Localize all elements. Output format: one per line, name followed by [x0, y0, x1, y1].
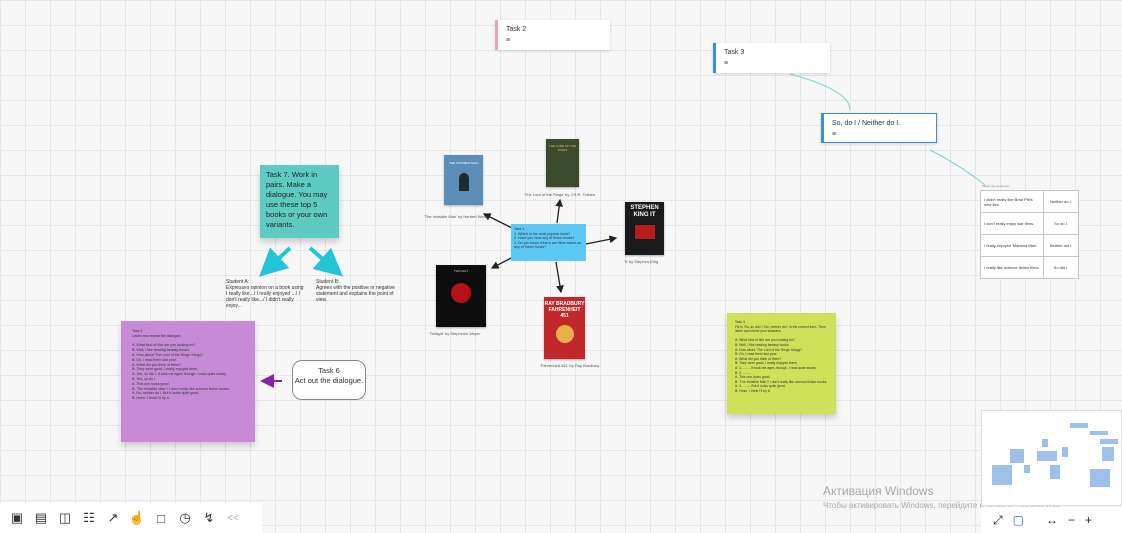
book-cover-invisible-man[interactable]: THE INVISIBLE MAN: [444, 155, 483, 205]
task6-shape[interactable]: Task 6 Act out the dialogue.: [292, 360, 366, 400]
task4-text: Task 4 Fill in 'So, so did I / No, neith…: [735, 320, 828, 393]
table-cell: I really like science fiction films.: [980, 256, 1044, 279]
share-icon[interactable]: ↗: [104, 510, 122, 526]
book-cover-title: THE INVISIBLE MAN: [449, 161, 478, 165]
like-icon[interactable]: ☝: [128, 510, 146, 526]
table-row: I didn't really like Brad Pitt's new fil…: [980, 190, 1079, 213]
table-cell: I really enjoyed 'Mamma Mia!': [980, 234, 1044, 257]
table-cell: I don't really enjoy war films.: [980, 212, 1044, 235]
book-cover-title: STEPHEN KING IT: [630, 205, 659, 218]
task3-title: Task 3: [724, 49, 745, 56]
table-row: I really enjoyed 'Mamma Mia!' Neither did…: [980, 234, 1079, 257]
template-icon[interactable]: ☷: [80, 510, 98, 526]
book-cover-title: RAY BRADBURY FAHRENHEIT 451: [544, 301, 585, 319]
sticky-note-icon[interactable]: ▣: [8, 510, 26, 526]
fireman-icon: [555, 325, 574, 343]
task5-sticky[interactable]: Task 5 Listen and repeat the dialogue. A…: [121, 321, 255, 442]
zoom-in-button[interactable]: +: [1085, 513, 1092, 527]
book-caption: 'The Invisible Man' by Herbert Wells: [424, 214, 488, 219]
student-b-text: Student B: Agrees with the positive or n…: [316, 279, 395, 303]
task7-text: Task 7. Work in pairs. Make a dialogue. …: [266, 170, 328, 229]
book-caption: 'The Lord of the Rings' by J.R.R. Tolkie…: [524, 192, 596, 197]
task5-text: Task 5 Listen and repeat the dialogue. A…: [132, 329, 230, 401]
watermark-title: Активация Windows: [823, 484, 934, 498]
so-do-i-card[interactable]: So, do I / Neither do I. ≡: [821, 113, 937, 143]
timer-icon[interactable]: ◷: [176, 510, 194, 526]
collapse-icon[interactable]: <<: [224, 513, 242, 524]
table-header: Match the sentences: [982, 184, 1010, 188]
connector-layer: [259, 73, 986, 388]
book-caption: 'Fahrenheit 451' by Ray Bradbury: [540, 363, 600, 368]
zoom-out-button[interactable]: −: [1068, 513, 1075, 527]
table-cell: I didn't really like Brad Pitt's new fil…: [980, 190, 1044, 213]
text-icon: ≡: [724, 60, 729, 67]
task7-sticky[interactable]: Task 7. Work in pairs. Make a dialogue. …: [260, 165, 339, 238]
fullscreen-icon[interactable]: ⤢: [993, 513, 1003, 528]
book-cover-fahrenheit-451[interactable]: RAY BRADBURY FAHRENHEIT 451: [544, 297, 585, 359]
so-do-i-title: So, do I / Neither do I.: [832, 120, 901, 127]
table-cell: So do I.: [1043, 212, 1079, 235]
map-icon[interactable]: ▢: [1013, 513, 1024, 527]
figure-icon: [458, 173, 469, 191]
table-cell: So did I.: [1043, 256, 1079, 279]
book-cover-lord-of-the-rings[interactable]: THE LORD OF THE RINGS: [546, 139, 579, 187]
card-icon[interactable]: ◫: [56, 510, 74, 526]
book-caption: 'It' by Stephen King: [624, 259, 659, 264]
table-cell: Neither do I.: [1043, 190, 1079, 213]
it-logo: [634, 225, 655, 239]
video-icon[interactable]: □: [152, 511, 170, 526]
book-cover-twilight[interactable]: TWILIGHT: [436, 265, 486, 327]
task4-sticky[interactable]: Task 4 Fill in 'So, so did I / No, neith…: [727, 313, 836, 414]
activity-icon[interactable]: ↯: [200, 510, 218, 526]
task6-text: Task 6 Act out the dialogue.: [294, 366, 364, 385]
match-table: I didn't really like Brad Pitt's new fil…: [980, 190, 1079, 279]
text-icon: ≡: [506, 37, 511, 44]
book-cover-title: TWILIGHT: [453, 269, 469, 273]
text-icon: ≡: [832, 131, 837, 138]
bottom-toolbar: ▣ ▤ ◫ ☷ ↗ ☝ □ ◷ ↯ <<: [0, 503, 262, 533]
task1-card[interactable]: Task 1 1. Which is the most popular book…: [511, 224, 586, 261]
comment-icon[interactable]: ▤: [32, 510, 50, 526]
zoom-controls: ⤢ ▢ ↔ − +: [981, 507, 1122, 533]
student-a-text: Student A: Expresses opinion on a book u…: [226, 279, 304, 309]
task2-card[interactable]: Task 2 ≡: [495, 20, 610, 50]
task1-text: Task 1 1. Which is the most popular book…: [514, 227, 582, 249]
task3-card[interactable]: Task 3 ≡: [713, 43, 830, 73]
table-cell: Neither did I.: [1043, 234, 1079, 257]
apple-icon: [451, 283, 471, 303]
book-cover-title: THE LORD OF THE RINGS: [549, 144, 576, 152]
book-caption: 'Twilight' by Stephenie Meyer: [429, 331, 481, 336]
task2-title: Task 2: [506, 26, 527, 33]
book-cover-it[interactable]: STEPHEN KING IT: [625, 202, 664, 255]
table-row: I don't really enjoy war films. So do I.: [980, 212, 1079, 235]
table-row: I really like science fiction films. So d…: [980, 256, 1079, 279]
fit-width-icon[interactable]: ↔: [1046, 513, 1058, 527]
minimap[interactable]: [981, 410, 1122, 506]
